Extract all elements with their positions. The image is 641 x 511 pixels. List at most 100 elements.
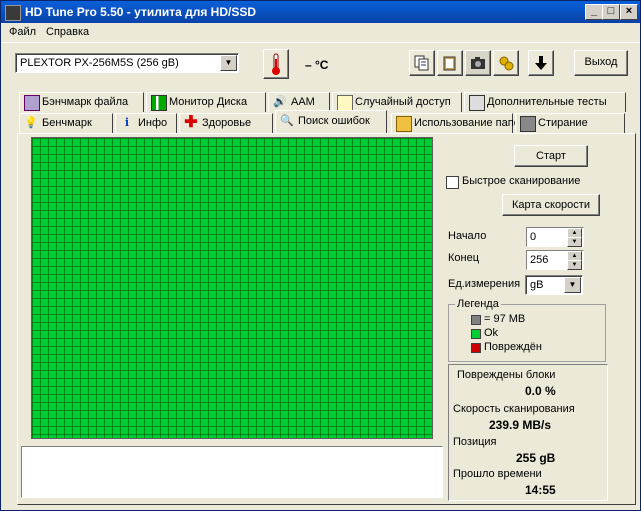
start-position-value: 0 (530, 231, 537, 243)
title-bar[interactable]: HD Tune Pro 5.50 - утилита для HD/SSD _ … (1, 1, 640, 23)
tab-disk-monitor[interactable]: Монитор Диска (146, 92, 266, 112)
end-position-input[interactable]: 256 ▲ ▼ (526, 250, 584, 270)
tab-aam[interactable]: 🔊 AAM (268, 92, 330, 112)
tab-extra-tests[interactable]: Дополнительные тесты (464, 92, 626, 112)
tab-label: Стирание (538, 117, 588, 129)
magnifier-icon: 🔍 (280, 115, 294, 127)
chevron-down-icon[interactable]: ▼ (564, 277, 581, 293)
clipboard-icon (443, 56, 456, 71)
toolbar: PLEXTOR PX-256M5S (256 gB) ▼ – °C Выход (1, 42, 640, 89)
end-position-label: Конец (448, 252, 480, 264)
app-icon (5, 5, 21, 21)
tab-strip: Бэнчмарк файла Монитор Диска 🔊 AAM Случа… (1, 89, 640, 135)
trash-icon (520, 116, 536, 132)
menu-bar: Файл Справка (1, 23, 640, 42)
speed-map-button-label: Карта скорости (512, 199, 590, 211)
legend-title: Легенда (455, 298, 501, 310)
tab-label: Бэнчмарк файла (42, 96, 129, 108)
tab-label: Использование папок (414, 117, 525, 129)
legend-damaged-label: Повреждён (484, 341, 542, 353)
scan-speed-label: Скорость сканирования (453, 403, 575, 415)
tab-label: Бенчмарк (42, 117, 92, 129)
end-position-value: 256 (530, 254, 549, 266)
gears-icon (499, 56, 514, 71)
position-value: 255 gB (516, 451, 556, 465)
info-icon: i (124, 116, 130, 129)
tab-label: Дополнительные тесты (487, 96, 607, 108)
download-button[interactable] (528, 50, 554, 76)
health-icon: ✚ (184, 114, 198, 131)
unit-select-value: gB (530, 279, 544, 291)
damaged-blocks-label: Повреждены блоки (457, 369, 556, 381)
legend-damaged-swatch (471, 343, 481, 353)
tab-label: Поиск ошибок (298, 115, 370, 127)
exit-button[interactable]: Выход (574, 50, 628, 76)
start-position-label: Начало (448, 230, 487, 242)
drive-select-value: PLEXTOR PX-256M5S (256 gB) (20, 57, 179, 69)
quick-scan-label: Быстрое сканирование (462, 175, 581, 187)
tab-info[interactable]: i Инфо (115, 113, 177, 133)
start-position-input[interactable]: 0 ▲ ▼ (526, 227, 584, 247)
tab-label: AAM (291, 96, 315, 108)
menu-file[interactable]: Файл (9, 26, 36, 38)
menu-help[interactable]: Справка (46, 26, 89, 38)
drive-select[interactable]: PLEXTOR PX-256M5S (256 gB) ▼ (15, 53, 239, 73)
scan-speed-value: 239.9 MB/s (489, 418, 552, 432)
chevron-down-icon[interactable]: ▼ (220, 55, 237, 71)
file-benchmark-icon (24, 95, 40, 111)
tab-file-benchmark[interactable]: Бэнчмарк файла (19, 92, 144, 112)
tab-benchmark[interactable]: 💡 Бенчмарк (19, 113, 113, 133)
tab-folder-usage[interactable]: Использование папок (391, 113, 525, 133)
copy-icon (414, 55, 429, 71)
tab-random-access[interactable]: Случайный доступ (332, 92, 462, 112)
tab-label: Монитор Диска (169, 96, 248, 108)
spin-down-icon[interactable]: ▼ (567, 237, 582, 247)
temperature-button[interactable] (263, 49, 289, 79)
tab-erase[interactable]: Стирание (515, 113, 625, 133)
unit-label: Ед.измерения (448, 278, 521, 290)
legend-ok-label: Ok (484, 327, 499, 339)
tab-label: Здоровье (202, 117, 252, 129)
legend-block-swatch (471, 315, 481, 325)
camera-icon (471, 57, 485, 69)
block-map-grid (31, 137, 433, 439)
legend-ok-swatch (471, 329, 481, 339)
close-button[interactable]: × (620, 4, 638, 20)
benchmark-icon: 💡 (24, 117, 38, 129)
speaker-icon: 🔊 (273, 96, 287, 108)
tab-error-scan[interactable]: 🔍 Поиск ошибок (275, 110, 387, 133)
speed-map-button[interactable]: Карта скорости (502, 194, 600, 216)
start-button[interactable]: Старт (514, 145, 588, 167)
exit-button-label: Выход (584, 56, 618, 68)
window-title: HD Tune Pro 5.50 - утилита для HD/SSD (25, 5, 257, 19)
minimize-button[interactable]: _ (585, 4, 603, 20)
arrow-down-icon (535, 56, 547, 70)
quick-scan-checkbox[interactable] (446, 176, 459, 189)
legend-block-label: = 97 MB (484, 313, 526, 325)
screenshot-button[interactable] (465, 50, 491, 76)
disk-monitor-icon (151, 95, 167, 111)
start-button-label: Старт (536, 150, 566, 162)
damaged-blocks-value: 0.0 % (525, 384, 556, 398)
copy-all-button[interactable] (437, 50, 463, 76)
tab-health[interactable]: ✚ Здоровье (179, 113, 273, 133)
copy-info-button[interactable] (409, 50, 435, 76)
maximize-button[interactable]: □ (602, 4, 620, 20)
legend-group: Легенда = 97 MB Ok Повреждён (448, 298, 606, 362)
tab-label: Инфо (138, 117, 168, 129)
error-scan-panel: Старт Быстрое сканирование Карта скорост… (17, 133, 636, 505)
app-window: HD Tune Pro 5.50 - утилита для HD/SSD _ … (0, 0, 641, 511)
elapsed-label: Прошло времени (453, 468, 542, 480)
stats-panel: Повреждены блоки 0.0 % Скорость сканиров… (448, 364, 608, 501)
spin-down-icon[interactable]: ▼ (567, 260, 582, 270)
folder-icon (396, 116, 412, 132)
options-button[interactable] (493, 50, 519, 76)
thermometer-icon (272, 53, 280, 75)
position-label: Позиция (453, 436, 497, 448)
tab-label: Случайный доступ (355, 96, 451, 108)
unit-select[interactable]: gB ▼ (525, 275, 583, 295)
extra-tests-icon (469, 95, 485, 111)
log-area[interactable] (21, 446, 443, 498)
temperature-readout: – °C (305, 58, 329, 72)
random-access-icon (337, 95, 353, 111)
